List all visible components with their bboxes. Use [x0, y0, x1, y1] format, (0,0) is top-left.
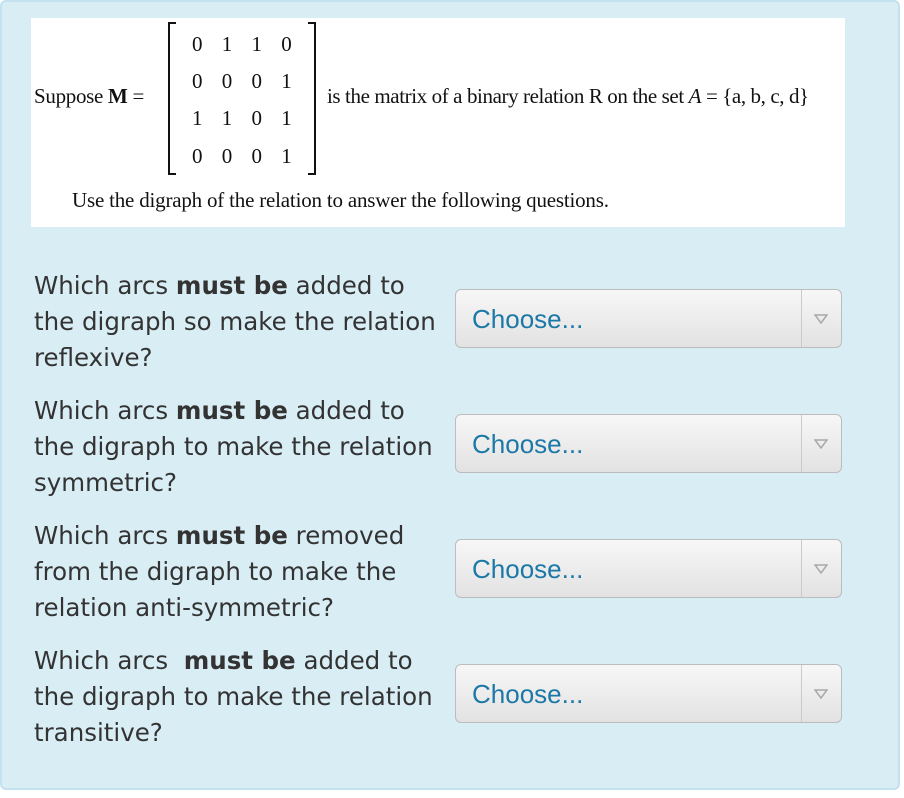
question-reflexive: Which arcs must be added to the digraph …	[34, 268, 444, 376]
question-text: Which arcs	[34, 396, 176, 425]
transitive-answer-select[interactable]: Choose...	[455, 664, 842, 723]
question-emphasis: must be	[175, 521, 288, 550]
matrix-right-bracket	[308, 22, 316, 175]
matrix-row-4: 0 0 0 1	[192, 144, 299, 168]
suppose-prefix: Suppose	[34, 84, 104, 108]
set-value: = {a, b, c, d}	[705, 84, 809, 108]
dropdown-arrow-container[interactable]	[801, 540, 841, 597]
triangle-down-icon	[814, 313, 828, 324]
anti-symmetric-answer-select[interactable]: Choose...	[455, 539, 842, 598]
question-emphasis: must be	[183, 646, 296, 675]
triangle-down-icon	[814, 563, 828, 574]
select-value: Choose...	[472, 679, 584, 709]
matrix-row-3: 1 1 0 1	[192, 106, 299, 130]
question-text: Which arcs	[34, 271, 176, 300]
suppose-label: Suppose M =	[34, 84, 144, 109]
instruction-text: Use the digraph of the relation to answe…	[72, 188, 609, 212]
question-anti-symmetric: Which arcs must be removed from the digr…	[34, 518, 444, 626]
relation-matrix: 0 1 1 0 0 0 0 1 1 1 0 1 0 0 0 1	[168, 22, 316, 175]
equals-sign: =	[132, 84, 145, 108]
select-value: Choose...	[472, 429, 584, 459]
dropdown-arrow-container[interactable]	[801, 665, 841, 722]
matrix-row-2: 0 0 0 1	[192, 69, 299, 93]
question-text: Which arcs	[34, 646, 184, 675]
question-emphasis: must be	[175, 396, 288, 425]
reflexive-answer-select[interactable]: Choose...	[455, 289, 842, 348]
question-emphasis: must be	[175, 271, 288, 300]
dropdown-arrow-container[interactable]	[801, 415, 841, 472]
triangle-down-icon	[814, 688, 828, 699]
relation-text: is the matrix of a binary relation R on …	[327, 84, 684, 108]
select-value: Choose...	[472, 554, 584, 584]
question-text: Which arcs	[34, 521, 176, 550]
triangle-down-icon	[814, 438, 828, 449]
question-panel: Suppose M = 0 1 1 0 0 0 0 1 1 1 0 1 0 0 …	[0, 0, 900, 790]
symmetric-answer-select[interactable]: Choose...	[455, 414, 842, 473]
question-symmetric: Which arcs must be added to the digraph …	[34, 393, 444, 501]
matrix-row-1: 0 1 1 0	[192, 32, 299, 56]
matrix-symbol: M	[108, 84, 128, 108]
set-name: A	[688, 84, 702, 108]
problem-statement-image: Suppose M = 0 1 1 0 0 0 0 1 1 1 0 1 0 0 …	[31, 18, 845, 227]
relation-description: is the matrix of a binary relation R on …	[327, 84, 809, 109]
select-value: Choose...	[472, 304, 584, 334]
question-transitive: Which arcs must be added to the digraph …	[34, 643, 446, 751]
dropdown-arrow-container[interactable]	[801, 290, 841, 347]
matrix-left-bracket	[168, 22, 176, 175]
